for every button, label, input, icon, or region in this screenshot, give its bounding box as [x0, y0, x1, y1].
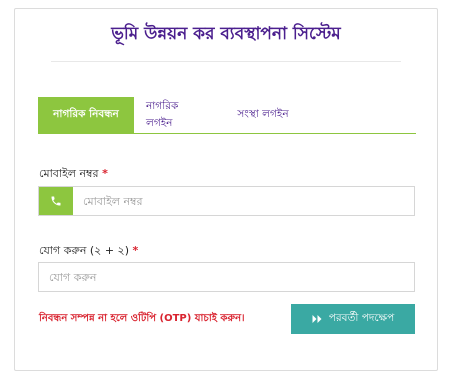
sum-label: যোগ করুন (২ + ২) *: [39, 242, 138, 261]
tab-organization-login[interactable]: সংস্থা লগইন: [218, 97, 308, 134]
phone-icon: [39, 187, 73, 215]
double-arrow-right-icon: [312, 314, 323, 324]
otp-warning-text: নিবন্ধন সম্পন্ন না হলে ওটিপি (OTP) যাচাই…: [39, 313, 245, 324]
mobile-input-group: [38, 186, 415, 216]
page-title: ভূমি উন্নয়ন কর ব্যবস্থাপনা সিস্টেম: [111, 24, 341, 44]
title-divider: [51, 61, 401, 62]
tab-citizen-registration[interactable]: নাগরিক নিবন্ধন: [38, 97, 134, 134]
next-step-label: পরবর্তী পদক্ষেপ: [328, 311, 395, 324]
registration-card: ভূমি উন্নয়ন কর ব্যবস্থাপনা সিস্টেম নাগর…: [14, 8, 438, 371]
next-step-button[interactable]: পরবর্তী পদক্ষেপ: [291, 304, 415, 334]
mobile-input[interactable]: [73, 187, 414, 215]
required-mark: *: [102, 167, 108, 180]
mobile-label-text: মোবাইল নম্বর: [39, 167, 99, 180]
captcha-sum-input[interactable]: [38, 262, 415, 292]
tab-bar: নাগরিক নিবন্ধন নাগরিক লগইন সংস্থা লগইন: [38, 97, 416, 134]
mobile-label: মোবাইল নম্বর *: [39, 165, 108, 184]
required-mark: *: [132, 244, 139, 257]
tab-citizen-login[interactable]: নাগরিক লগইন: [134, 97, 218, 134]
sum-label-text: যোগ করুন (২ + ২): [39, 244, 129, 257]
